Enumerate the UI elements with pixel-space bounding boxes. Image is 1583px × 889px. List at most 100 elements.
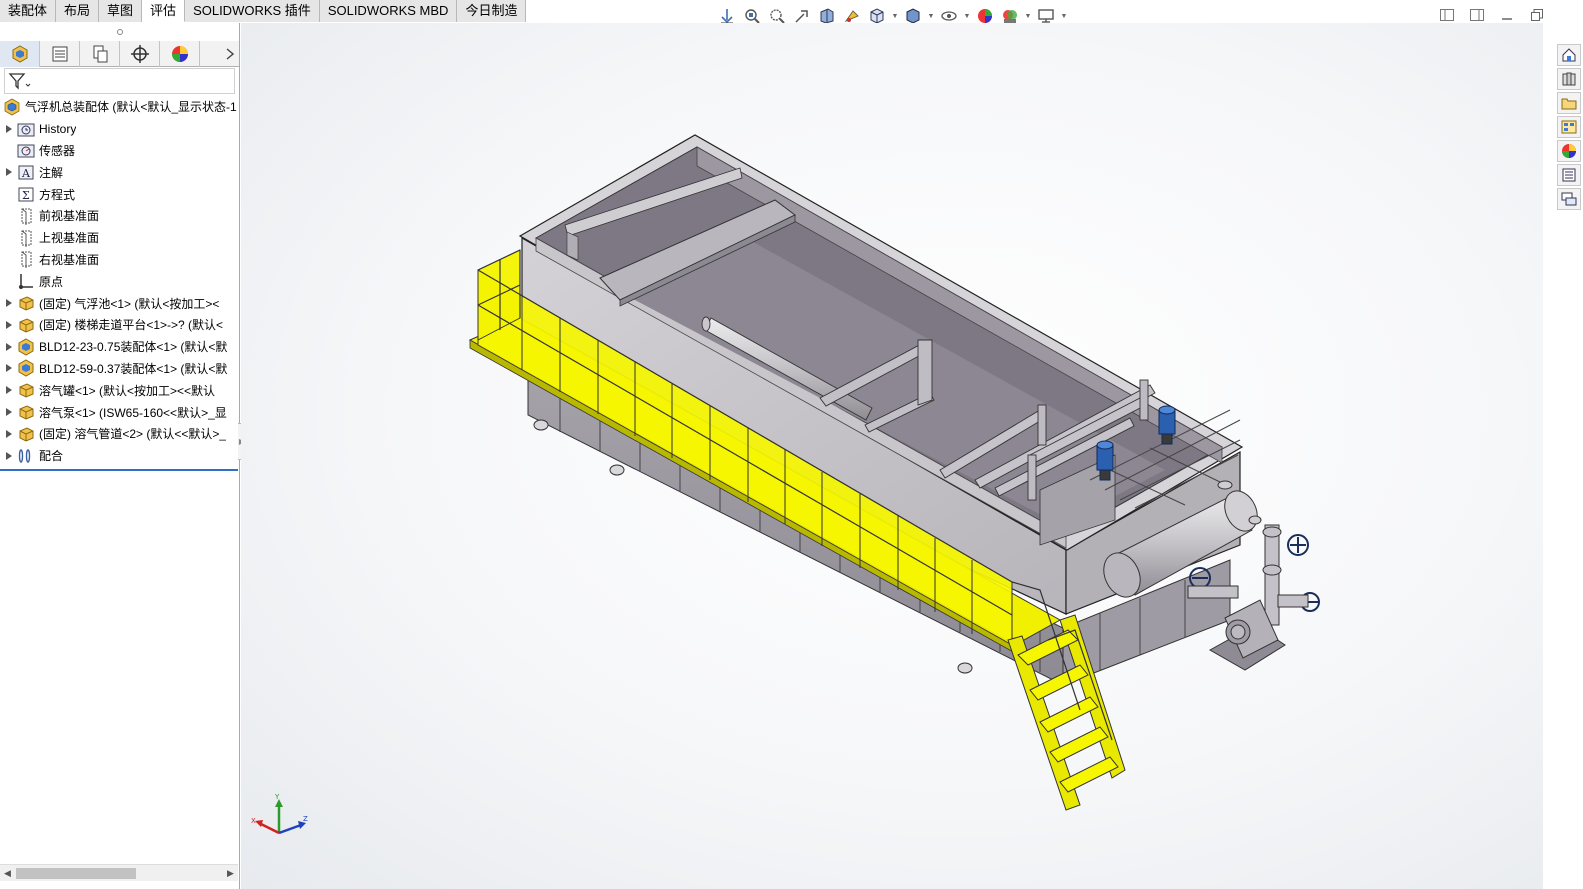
display-manager-icon[interactable] xyxy=(160,41,200,67)
view-palette-icon[interactable] xyxy=(1557,116,1581,138)
solidworks-forum-icon[interactable] xyxy=(1557,188,1581,210)
scroll-thumb[interactable] xyxy=(16,868,136,879)
file-explorer-icon[interactable] xyxy=(1557,92,1581,114)
tab-2[interactable]: 草图 xyxy=(99,0,143,22)
tree-rollback-bar[interactable] xyxy=(0,468,238,471)
tree-item[interactable]: 传感器 xyxy=(0,140,239,162)
part-icon xyxy=(16,294,36,312)
dimxpert-icon[interactable] xyxy=(120,41,160,67)
tab-3[interactable]: 评估 xyxy=(142,0,186,22)
task-pane-tabs xyxy=(1557,44,1583,210)
dissolved-air-flotation-model[interactable] xyxy=(241,23,1543,889)
tree-item[interactable]: 上视基准面 xyxy=(0,227,239,249)
expand-arrow-icon[interactable] xyxy=(2,336,16,357)
expand-arrow-icon[interactable] xyxy=(2,118,16,139)
tree-item-label: 传感器 xyxy=(39,143,76,158)
expand-arrow-icon[interactable] xyxy=(2,162,16,183)
tab-5[interactable]: SOLIDWORKS MBD xyxy=(319,0,458,22)
expand-arrow-icon[interactable] xyxy=(2,314,16,335)
expand-arrow-icon[interactable] xyxy=(2,402,16,423)
tree-item[interactable]: (固定) 溶气管道<2> (默认<<默认>_ xyxy=(0,423,239,445)
plane-icon xyxy=(16,207,36,225)
manager-tabs xyxy=(0,41,239,67)
expand-arrow-icon[interactable] xyxy=(2,380,16,401)
tree-item-label: History xyxy=(39,121,77,136)
tree-item-label: (固定) 楼梯走道平台<1>->? (默认< xyxy=(39,318,224,333)
feature-tree: 气浮机总装配体 (默认<默认_显示状态-1 History 传感器 A 注解 Σ 方程式前… xyxy=(0,96,239,467)
tree-item-label: 方程式 xyxy=(39,187,76,202)
tree-item-label: 前视基准面 xyxy=(39,209,100,224)
tree-item[interactable]: 右视基准面 xyxy=(0,249,239,271)
graphics-area[interactable]: Y X Z xyxy=(241,23,1543,889)
document-window-controls xyxy=(1437,6,1547,24)
plane-icon xyxy=(16,229,36,247)
tree-item-label: 溶气罐<1> (默认<按加工><<默认 xyxy=(39,383,216,398)
svg-text:Z: Z xyxy=(303,815,308,823)
tree-item[interactable]: BLD12-59-0.37装配体<1> (默认<默 xyxy=(0,358,239,380)
part-icon xyxy=(16,425,36,443)
tree-item-label: 注解 xyxy=(39,165,64,180)
tree-item[interactable]: History xyxy=(0,118,239,140)
tree-item-label: (固定) 溶气管道<2> (默认<<默认>_ xyxy=(39,427,227,442)
tree-root-assembly[interactable]: 气浮机总装配体 (默认<默认_显示状态-1 xyxy=(0,96,239,118)
tree-item-label: 原点 xyxy=(39,274,64,289)
tree-item-label: (固定) 气浮池<1> (默认<按加工>< xyxy=(39,296,220,311)
restore-icon[interactable] xyxy=(1527,6,1547,24)
tree-item-label: 右视基准面 xyxy=(39,252,100,267)
expand-arrow-icon[interactable] xyxy=(2,358,16,379)
tree-item-label: BLD12-59-0.37装配体<1> (默认<默 xyxy=(39,361,228,376)
tab-0[interactable]: 装配体 xyxy=(0,0,57,22)
appearances-icon[interactable] xyxy=(1557,140,1581,162)
tree-item-label: BLD12-23-0.75装配体<1> (默认<默 xyxy=(39,340,228,355)
design-library-icon[interactable] xyxy=(1557,68,1581,90)
origin-icon xyxy=(16,272,36,290)
subassembly-icon xyxy=(16,359,36,378)
tree-item[interactable]: A 注解 xyxy=(0,161,239,183)
chevron-right-icon[interactable] xyxy=(221,41,239,66)
featuremanager-icon[interactable] xyxy=(0,41,40,67)
part-icon xyxy=(16,316,36,334)
part-icon xyxy=(16,403,36,421)
expand-arrow-icon[interactable] xyxy=(2,423,16,444)
tile-right-icon[interactable] xyxy=(1467,6,1487,24)
tree-root-label: 气浮机总装配体 (默认<默认_显示状态-1 xyxy=(25,100,237,115)
tree-item[interactable]: 配合 xyxy=(0,445,239,467)
scroll-left-icon[interactable]: ◀ xyxy=(0,865,15,882)
scroll-right-icon[interactable]: ▶ xyxy=(223,865,238,882)
feature-filter[interactable] xyxy=(4,68,235,94)
expand-arrow-icon[interactable] xyxy=(2,445,16,466)
tree-item[interactable]: 溶气泵<1> (ISW65-160<<默认>_显 xyxy=(0,401,239,423)
tree-item[interactable]: 原点 xyxy=(0,270,239,292)
custom-properties-icon[interactable] xyxy=(1557,164,1581,186)
svg-text:X: X xyxy=(251,817,256,825)
sensors-folder-icon xyxy=(16,141,36,159)
tree-item[interactable]: BLD12-23-0.75装配体<1> (默认<默 xyxy=(0,336,239,358)
tree-item[interactable]: Σ 方程式 xyxy=(0,183,239,205)
filter-icon[interactable] xyxy=(8,72,32,90)
history-folder-icon xyxy=(16,120,36,138)
tree-item-label: 上视基准面 xyxy=(39,231,100,246)
tab-1[interactable]: 布局 xyxy=(56,0,100,22)
tree-item-label: 溶气泵<1> (ISW65-160<<默认>_显 xyxy=(39,405,227,420)
assembly-icon xyxy=(2,98,22,116)
equations-icon: Σ xyxy=(16,185,36,203)
expand-arrow-icon[interactable] xyxy=(2,293,16,314)
configurationmanager-icon[interactable] xyxy=(80,41,120,67)
propertymanager-icon[interactable] xyxy=(40,41,80,67)
plane-icon xyxy=(16,250,36,269)
panel-grip[interactable] xyxy=(0,23,239,41)
solidworks-resources-icon[interactable] xyxy=(1557,44,1581,66)
tree-item[interactable]: (固定) 气浮池<1> (默认<按加工>< xyxy=(0,292,239,314)
subassembly-icon xyxy=(16,338,36,356)
tree-item[interactable]: 前视基准面 xyxy=(0,205,239,227)
tree-item[interactable]: (固定) 楼梯走道平台<1>->? (默认< xyxy=(0,314,239,336)
minimize-icon[interactable] xyxy=(1497,6,1517,24)
tile-left-icon[interactable] xyxy=(1437,6,1457,24)
tree-item[interactable]: 溶气罐<1> (默认<按加工><<默认 xyxy=(0,379,239,401)
part-icon xyxy=(16,381,36,399)
tree-item-label: 配合 xyxy=(39,449,64,464)
tab-4[interactable]: SOLIDWORKS 插件 xyxy=(185,0,320,22)
svg-text:Y: Y xyxy=(274,793,280,801)
tab-6[interactable]: 今日制造 xyxy=(457,0,527,22)
tree-horizontal-scrollbar[interactable]: ◀ ▶ xyxy=(0,864,238,881)
